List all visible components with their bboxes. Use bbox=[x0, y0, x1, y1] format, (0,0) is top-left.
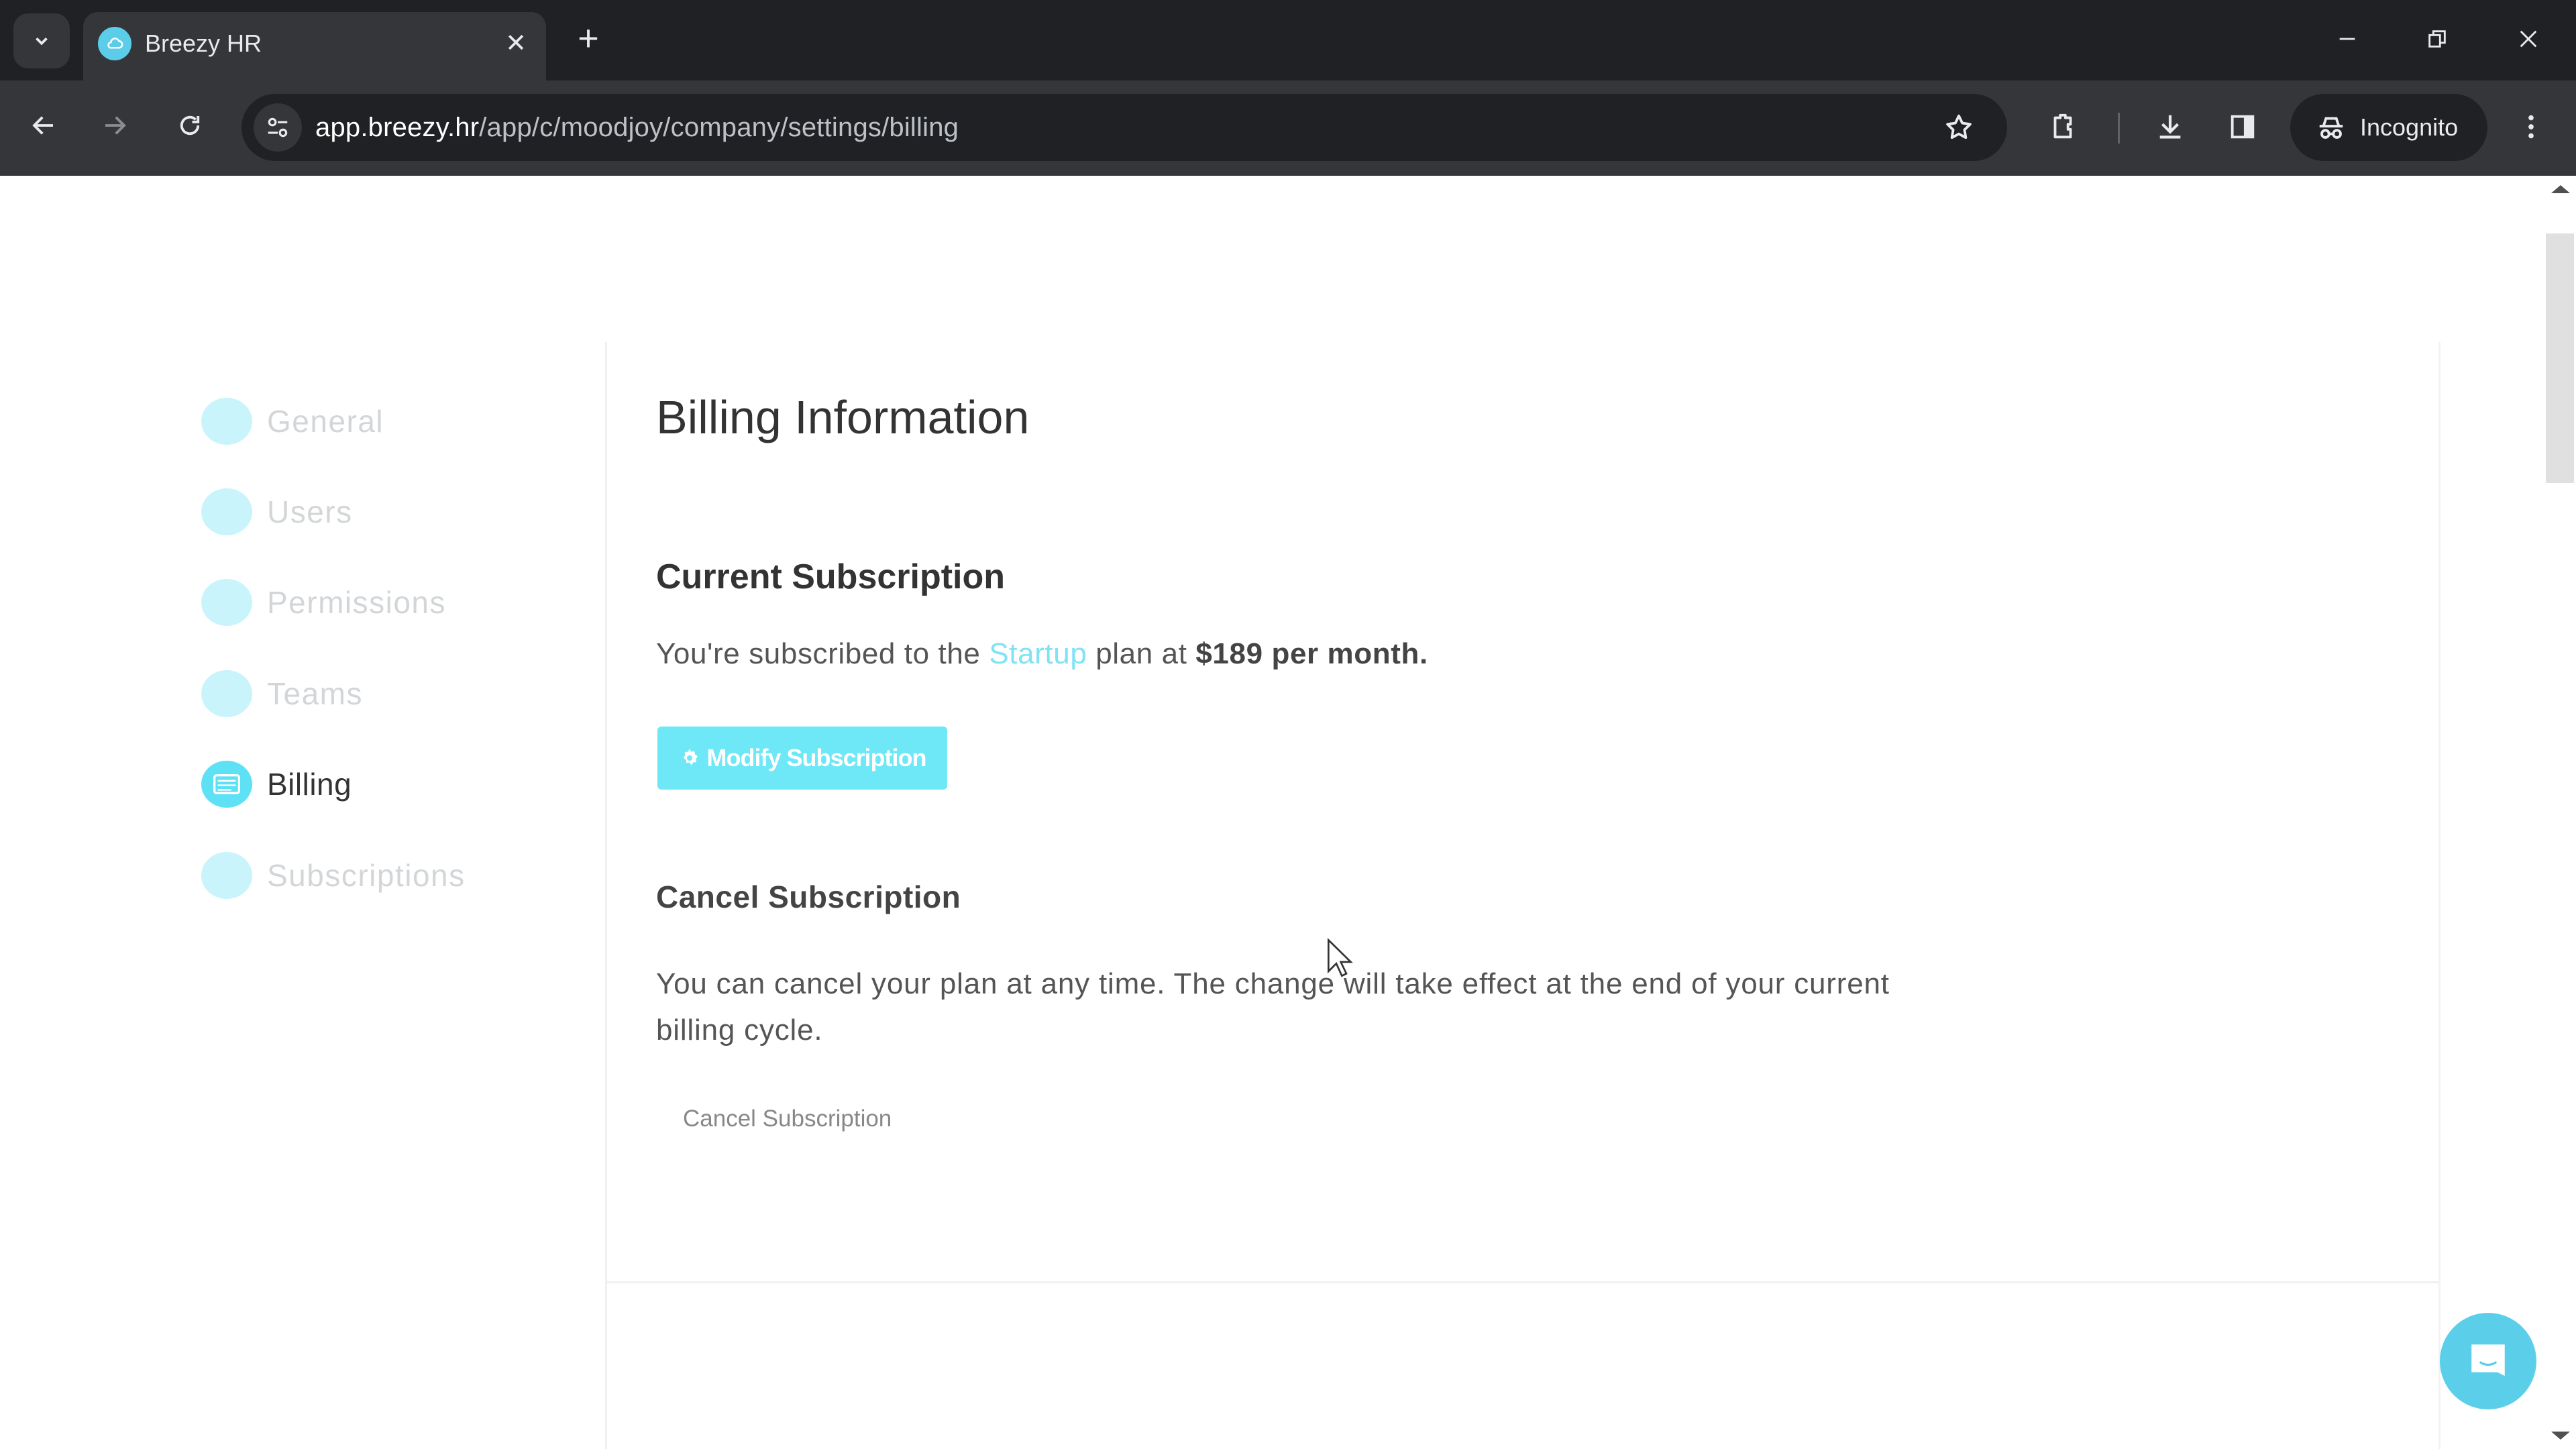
extensions-icon bbox=[2053, 113, 2072, 139]
tab-title: Breezy HR bbox=[145, 30, 262, 57]
side-panel-button[interactable] bbox=[2219, 103, 2266, 150]
back-button[interactable] bbox=[20, 102, 67, 149]
site-info-button[interactable] bbox=[254, 103, 302, 152]
sidebar-item-billing[interactable]: Billing bbox=[201, 757, 352, 811]
sidebar-item-users[interactable]: Users bbox=[201, 485, 353, 539]
tune-icon bbox=[268, 117, 288, 138]
toolbar-separator bbox=[2118, 113, 2120, 144]
incognito-label: Incognito bbox=[2360, 113, 2459, 141]
page-content: General Users Permissions Teams Billing … bbox=[0, 176, 2576, 1449]
more-vert-icon bbox=[2528, 115, 2534, 139]
forward-icon bbox=[105, 116, 126, 135]
close-icon bbox=[2520, 30, 2537, 48]
gear-icon bbox=[201, 398, 252, 445]
credit-card-icon bbox=[201, 761, 252, 808]
subscriptions-icon bbox=[201, 852, 252, 899]
star-icon bbox=[1946, 114, 1972, 140]
chevron-down-icon bbox=[36, 37, 48, 46]
plan-price: $189 per month. bbox=[1195, 637, 1428, 670]
minimize-icon bbox=[2339, 38, 2355, 40]
reload-icon bbox=[180, 115, 200, 136]
forward-button[interactable] bbox=[91, 102, 138, 149]
restore-button[interactable] bbox=[2414, 19, 2461, 59]
browser-toolbar: app.breezy.hr/app/c/moodjoy/company/sett… bbox=[0, 80, 2576, 176]
chat-widget-button[interactable] bbox=[2440, 1313, 2536, 1409]
modify-subscription-button[interactable]: Modify Subscription bbox=[657, 727, 947, 790]
address-bar[interactable]: app.breezy.hr/app/c/moodjoy/company/sett… bbox=[241, 94, 2007, 161]
sidebar-item-label: Billing bbox=[267, 767, 352, 802]
extensions-button[interactable] bbox=[2039, 103, 2086, 150]
browser-tab[interactable]: Breezy HR ✕ bbox=[83, 12, 546, 80]
cancel-description: You can cancel your plan at any time. Th… bbox=[656, 967, 1890, 1046]
gear-icon bbox=[683, 749, 698, 765]
restore-icon bbox=[2428, 30, 2446, 48]
current-subscription-heading: Current Subscription bbox=[656, 557, 1006, 596]
downloads-button[interactable] bbox=[2147, 103, 2194, 150]
new-tab-button[interactable]: + bbox=[570, 20, 606, 56]
billing-panel: Billing Information Current Subscription… bbox=[605, 342, 2440, 1449]
sidebar-item-label: Users bbox=[267, 494, 353, 529]
browser-tab-bar: Breezy HR ✕ + bbox=[0, 0, 2576, 80]
window-close-button[interactable] bbox=[2505, 19, 2552, 59]
minimize-button[interactable] bbox=[2324, 19, 2371, 59]
back-icon bbox=[32, 116, 53, 135]
url-text[interactable]: app.breezy.hr/app/c/moodjoy/company/sett… bbox=[315, 111, 959, 144]
chat-icon bbox=[2471, 1344, 2505, 1376]
subscription-summary: You're subscribed to the Startup plan at… bbox=[656, 637, 1428, 670]
plan-name-link[interactable]: Startup bbox=[989, 637, 1087, 670]
cancel-subscription-heading: Cancel Subscription bbox=[656, 879, 961, 914]
sidebar-item-label: Permissions bbox=[267, 585, 447, 620]
sidebar-item-permissions[interactable]: Permissions bbox=[201, 576, 446, 629]
incognito-icon bbox=[2319, 117, 2343, 139]
browser-menu-button[interactable] bbox=[2508, 103, 2555, 150]
download-icon bbox=[2159, 115, 2181, 139]
sidebar-item-subscriptions[interactable]: Subscriptions bbox=[201, 849, 466, 902]
modify-subscription-label: Modify Subscription bbox=[706, 744, 927, 771]
breezy-cloud-icon bbox=[98, 27, 131, 60]
sidebar-item-general[interactable]: General bbox=[201, 394, 384, 448]
tab-search-button[interactable] bbox=[13, 13, 70, 68]
cancel-subscription-link[interactable]: Cancel Subscription bbox=[683, 1106, 892, 1132]
page-scrollbar[interactable] bbox=[2546, 176, 2576, 1449]
page-title: Billing Information bbox=[656, 391, 1030, 443]
panel-divider bbox=[607, 1281, 2438, 1283]
bookmark-button[interactable] bbox=[1939, 107, 1979, 148]
scrollbar-thumb[interactable] bbox=[2546, 233, 2574, 483]
team-icon bbox=[201, 670, 252, 717]
tab-close-icon[interactable]: ✕ bbox=[500, 28, 531, 59]
sidebar-item-label: General bbox=[267, 404, 384, 439]
reload-button[interactable] bbox=[166, 102, 213, 149]
incognito-indicator[interactable]: Incognito bbox=[2290, 94, 2487, 161]
side-panel-icon bbox=[2231, 115, 2255, 139]
sidebar-item-label: Subscriptions bbox=[267, 858, 466, 893]
sidebar-item-teams[interactable]: Teams bbox=[201, 667, 363, 720]
sidebar-item-label: Teams bbox=[267, 676, 363, 711]
lock-icon bbox=[201, 579, 252, 626]
scroll-down-arrow-icon[interactable] bbox=[2551, 1432, 2570, 1440]
scroll-up-arrow-icon[interactable] bbox=[2551, 185, 2570, 193]
mouse-cursor-icon bbox=[1328, 938, 1353, 977]
users-icon bbox=[201, 488, 252, 535]
